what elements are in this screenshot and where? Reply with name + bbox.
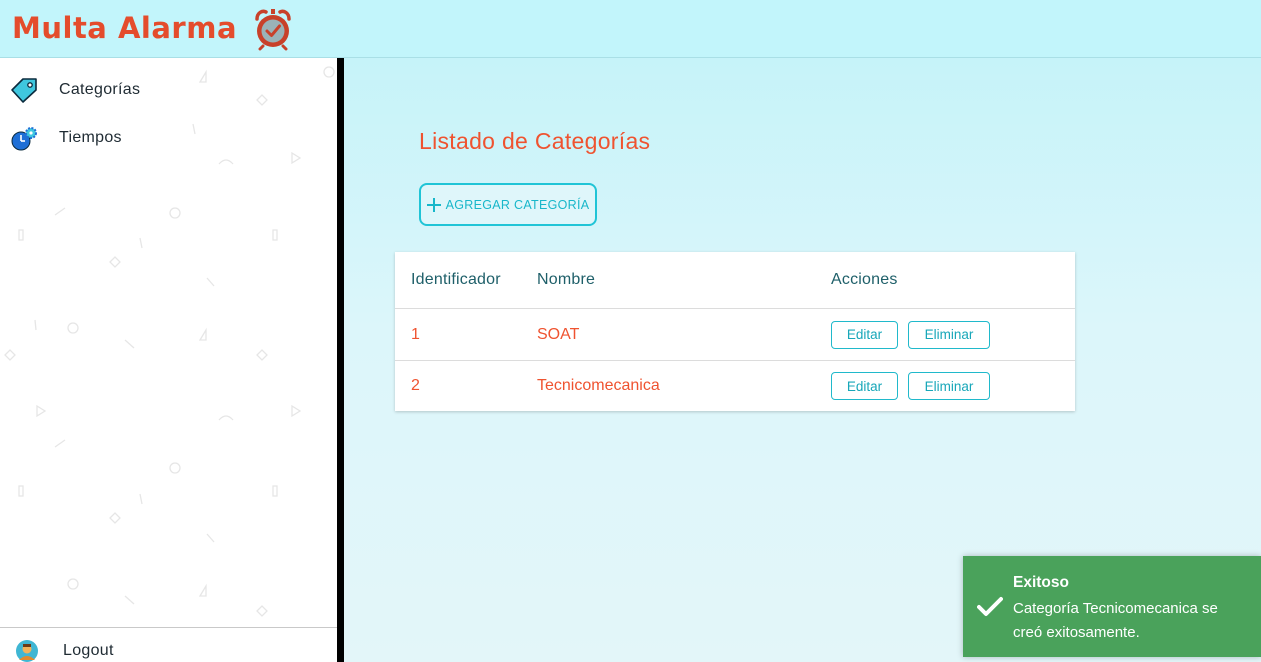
tag-icon [11,78,37,103]
toast-message: Categoría Tecnicomecanica se creó exitos… [1013,600,1218,641]
toast-title: Exitoso [1013,574,1069,591]
user-avatar-icon [16,640,38,662]
sidebar-item-tiempos[interactable]: Tiempos [10,121,310,155]
plus-icon [426,197,441,212]
sidebar-item-categorias[interactable]: Categorías [10,73,310,107]
sidebar-divider [337,58,344,662]
cell-id: 1 [411,325,420,343]
checkmark-icon [977,597,1003,616]
edit-button[interactable]: Editar [831,320,898,349]
logout-label: Logout [63,642,114,659]
column-header-nombre: Nombre [537,271,596,288]
page-title: Listado de Categorías [419,128,651,154]
delete-button[interactable]: Eliminar [908,320,990,349]
sidebar-footer: Logout [0,627,338,662]
alarm-clock-icon [255,8,291,50]
sidebar: Categorías Tiempos Logout [0,58,338,662]
cell-id: 2 [411,377,420,394]
categories-table: Identificador Nombre Acciones 1 SOAT Edi… [395,252,1075,411]
app-brand[interactable]: Multa Alarma [12,14,237,43]
sidebar-item-label: Categorías [59,81,141,98]
cell-actions: Editar Eliminar [831,309,990,360]
clock-gear-icon [11,127,37,151]
edit-button[interactable]: Editar [831,372,898,400]
cell-name: SOAT [537,325,580,343]
app-header: Multa Alarma [0,0,1261,58]
success-toast[interactable]: Exitoso Categoría Tecnicomecanica se cre… [963,556,1261,657]
table-header: Identificador Nombre Acciones [395,252,1075,309]
sidebar-item-label: Tiempos [59,129,122,146]
column-header-acciones: Acciones [831,271,898,288]
add-category-button[interactable]: AGREGAR CATEGORÍA [419,183,597,226]
logout-button[interactable]: Logout [16,640,114,662]
table-row: 1 SOAT Editar Eliminar [395,309,1075,361]
table-row: 2 Tecnicomecanica Editar Eliminar [395,361,1075,411]
cell-actions: Editar Eliminar [831,361,990,411]
delete-button[interactable]: Eliminar [908,372,990,400]
add-category-label: AGREGAR CATEGORÍA [445,197,590,212]
column-header-identificador: Identificador [411,271,501,288]
cell-name: Tecnicomecanica [537,377,660,394]
